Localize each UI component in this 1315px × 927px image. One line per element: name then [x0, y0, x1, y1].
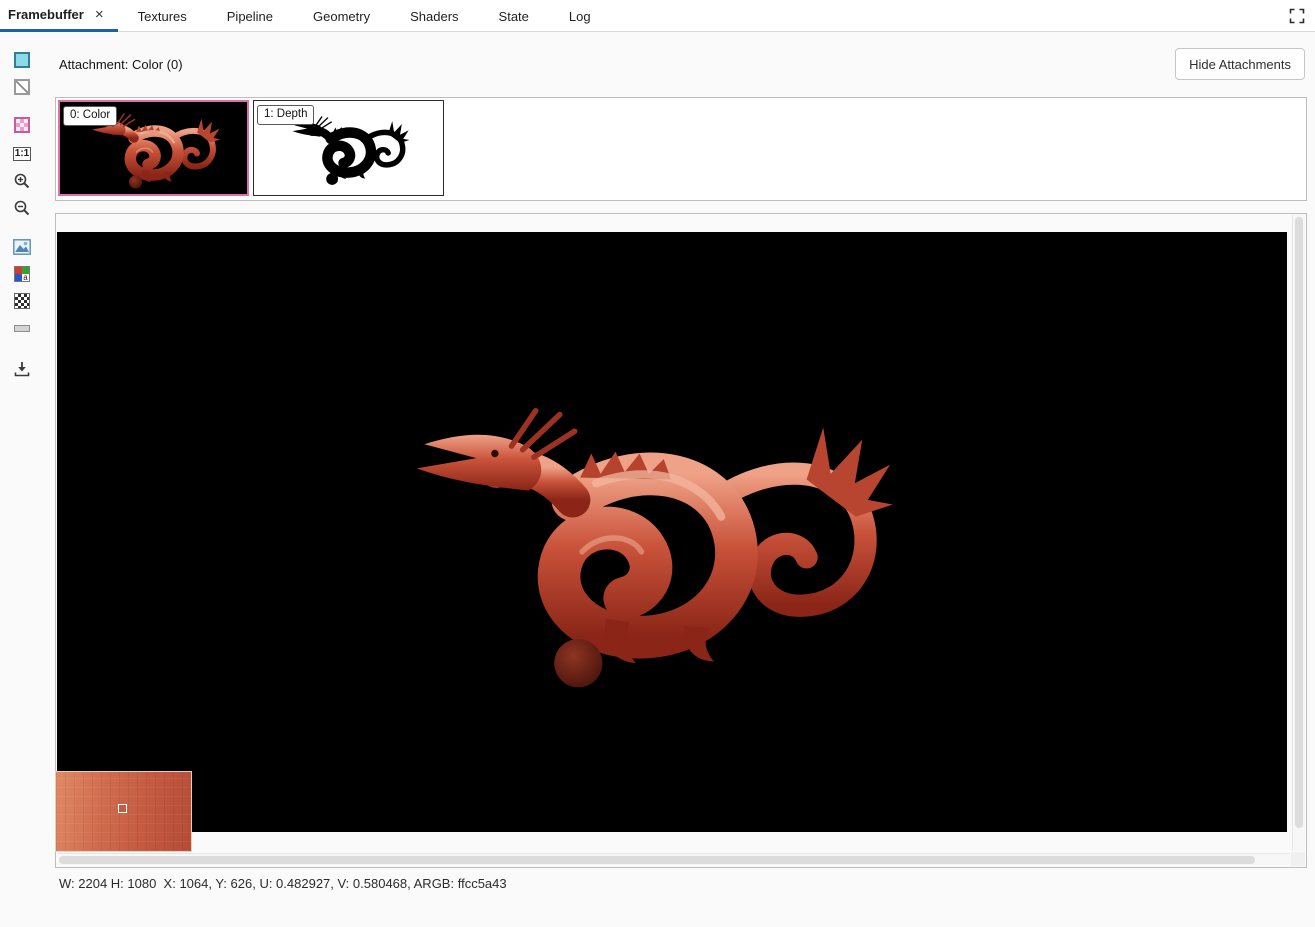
framebuffer-viewport — [55, 213, 1307, 868]
fit-image-button[interactable] — [10, 235, 34, 259]
tab-textures-label: Textures — [138, 9, 187, 24]
attachments-panel: 0: Color 1: Depth — [55, 97, 1307, 201]
tab-bar: Framebuffer × Textures Pipeline Geometry… — [0, 0, 1315, 32]
left-toolbar: 1:1 a — [0, 32, 45, 927]
save-image-icon — [13, 360, 31, 378]
attachment-thumbnail-depth[interactable]: 1: Depth — [253, 100, 444, 196]
attachment-header-label: Attachment: Color (0) — [59, 57, 183, 72]
tab-textures[interactable]: Textures — [118, 0, 207, 32]
tab-shaders-label: Shaders — [410, 9, 458, 24]
picked-pixel-indicator — [118, 804, 127, 813]
zoom-out-button[interactable] — [10, 196, 34, 220]
scrollbar-corner — [1291, 852, 1305, 866]
close-icon[interactable]: × — [93, 7, 106, 22]
no-color-button[interactable] — [10, 75, 34, 99]
tab-state[interactable]: State — [479, 0, 549, 32]
attachment-thumbnail-color[interactable]: 0: Color — [58, 100, 249, 196]
tab-framebuffer-label: Framebuffer — [8, 7, 84, 22]
attachment-thumbnail-label: 0: Color — [63, 106, 117, 126]
zoom-in-button[interactable] — [10, 169, 34, 193]
horizontal-scrollbar[interactable] — [57, 853, 1290, 866]
solid-color-swatch-icon — [14, 52, 30, 68]
solid-color-swatch-button[interactable] — [10, 48, 34, 72]
no-color-diagonal-icon — [14, 79, 30, 95]
tab-framebuffer[interactable]: Framebuffer × — [0, 0, 118, 32]
tab-pipeline-label: Pipeline — [227, 9, 273, 24]
checkerboard-background-icon — [14, 293, 30, 309]
tab-log[interactable]: Log — [549, 0, 611, 32]
vertical-scrollbar-thumb[interactable] — [1295, 217, 1303, 828]
flat-background-button[interactable] — [10, 316, 34, 340]
rgba-channels-icon: a — [14, 266, 30, 282]
horizontal-scrollbar-thumb[interactable] — [59, 856, 1255, 864]
attachment-thumbnail-label: 1: Depth — [257, 105, 314, 125]
tab-state-label: State — [499, 9, 529, 24]
framebuffer-image[interactable] — [57, 232, 1287, 832]
zoom-out-icon — [13, 199, 31, 217]
dragon-render — [387, 370, 907, 704]
zoom-original-button[interactable]: 1:1 — [10, 142, 34, 166]
tab-log-label: Log — [569, 9, 591, 24]
zoom-original-icon: 1:1 — [13, 147, 31, 161]
vertical-scrollbar[interactable] — [1292, 215, 1305, 851]
pixel-magnifier — [55, 771, 192, 852]
fit-image-icon — [13, 239, 31, 255]
checkerboard-background-button[interactable] — [10, 289, 34, 313]
save-image-button[interactable] — [10, 357, 34, 381]
pixel-info-statusbar: W: 2204 H: 1080 X: 1064, Y: 626, U: 0.48… — [59, 876, 507, 894]
fullscreen-icon[interactable] — [1287, 6, 1307, 26]
zoom-in-icon — [13, 172, 31, 190]
pink-checker-background-icon — [14, 117, 30, 133]
hide-attachments-button[interactable]: Hide Attachments — [1175, 48, 1305, 80]
rgba-channels-button[interactable]: a — [10, 262, 34, 286]
flat-background-icon — [14, 325, 30, 332]
tab-pipeline[interactable]: Pipeline — [207, 0, 293, 32]
tab-geometry[interactable]: Geometry — [293, 0, 390, 32]
pink-checker-background-button[interactable] — [10, 113, 34, 137]
tab-geometry-label: Geometry — [313, 9, 370, 24]
tab-shaders[interactable]: Shaders — [390, 0, 478, 32]
